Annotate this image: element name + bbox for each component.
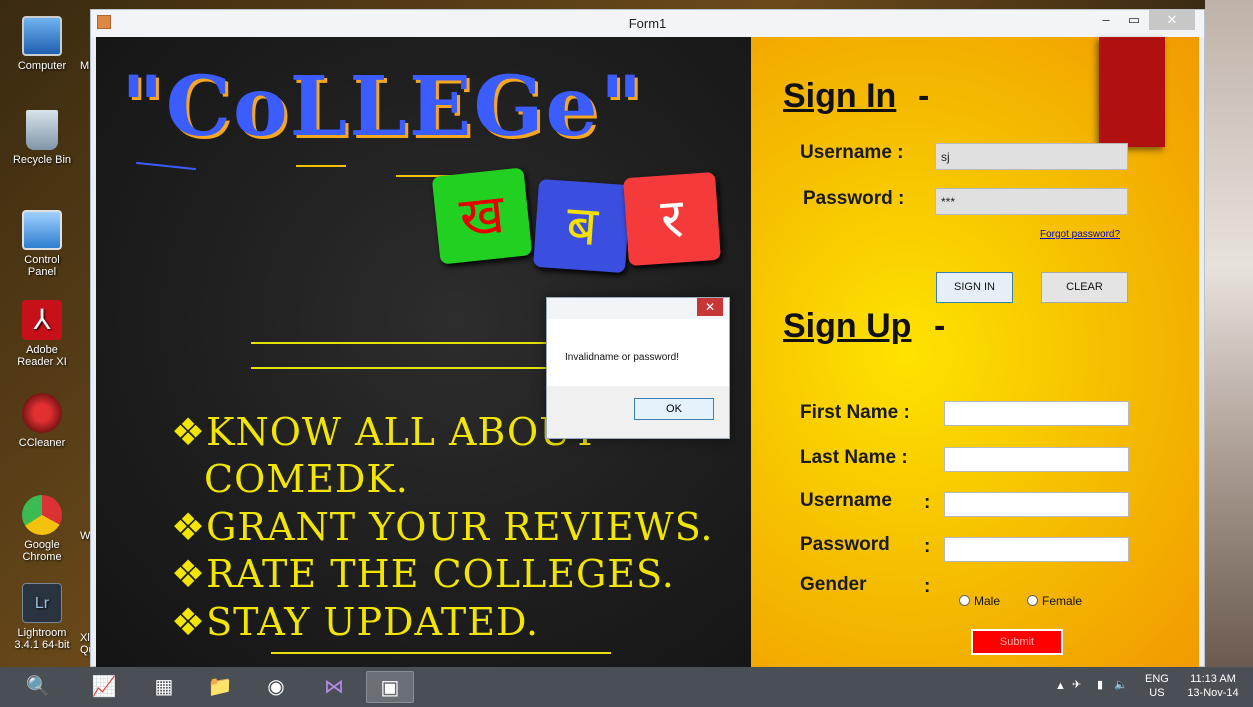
password-label: Password : [803, 188, 905, 209]
desktop-icon-computer[interactable]: Computer [0, 16, 84, 72]
region-label: US [1149, 687, 1165, 699]
taskbar: 🔍 📈 ▦ 📁 ◉ ⋈ ▣ ▲ ✈ ▮ 🔈 ENG US 11:13 AM 13… [0, 667, 1253, 707]
desktop-icon-label: Adobe Reader XI [17, 344, 67, 368]
visual-studio-icon[interactable]: ⋈ [310, 671, 358, 703]
desktop-wallpaper [1205, 0, 1253, 667]
auth-form-panel: Sign In - Username : sj Password : *** F… [751, 37, 1199, 668]
desktop-icon-lightroom[interactable]: Lr Lightroom 3.4.1 64-bit [0, 583, 84, 651]
form-app-icon[interactable]: ▣ [366, 671, 414, 703]
ccleaner-icon [22, 393, 62, 433]
last-name-input[interactable] [944, 447, 1129, 472]
colon: : [924, 536, 931, 557]
control-panel-icon [22, 210, 62, 250]
male-label: Male [974, 594, 1001, 608]
last-name-label: Last Name : [800, 447, 908, 468]
decor-line [296, 165, 346, 167]
colon: : [924, 492, 931, 513]
dialog-message: Invalidname or password! [565, 352, 679, 363]
khabar-tile-ba: ब [533, 178, 631, 274]
dialog-title-bar[interactable]: ✕ [547, 298, 729, 319]
desktop-icon-recycle-bin[interactable]: Recycle Bin [0, 110, 84, 166]
calculator-icon[interactable]: ▦ [140, 671, 188, 703]
radio-circle-icon [1027, 595, 1038, 606]
clear-button[interactable]: CLEAR [1041, 272, 1128, 303]
adobe-reader-icon: ⅄ [22, 300, 62, 340]
feature-line: ❖RATE THE COLLEGES. [171, 552, 675, 596]
feature-line: ❖STAY UPDATED. [171, 600, 540, 644]
desktop-icon-ccleaner[interactable]: CCleaner [0, 393, 84, 449]
signin-username-input[interactable]: sj [935, 143, 1128, 170]
desktop-icon-adobe-reader[interactable]: ⅄ Adobe Reader XI [0, 300, 84, 368]
feature-line: ❖GRANT YOUR REVIEWS. [171, 505, 714, 549]
signup-username-label: Username [800, 490, 892, 511]
desktop-icon-label: Control Panel [24, 254, 60, 278]
feature-line: COMEDK. [204, 457, 409, 501]
desktop-icon-label: Computer [17, 60, 67, 72]
minimize-button[interactable]: – [1093, 10, 1119, 30]
heading-dash: - [934, 307, 946, 345]
signin-password-input[interactable]: *** [935, 188, 1128, 215]
desktop-icon-label: Recycle Bin [12, 154, 72, 166]
dialog-button-area: OK [547, 386, 729, 438]
desktop-icon-label: Lightroom 3.4.1 64-bit [14, 627, 70, 651]
first-name-label: First Name : [800, 402, 910, 423]
forgot-password-link[interactable]: Forgot password? [1040, 229, 1120, 240]
feature-line: ❖KNOW ALL ABOUT [171, 410, 599, 454]
first-name-input[interactable] [944, 401, 1129, 426]
language-label: ENG [1145, 673, 1169, 685]
desktop-icon-control-panel[interactable]: Control Panel [0, 210, 84, 278]
gender-label: Gender [800, 574, 867, 595]
decor-line [136, 161, 196, 171]
female-label: Female [1042, 594, 1083, 608]
desktop-icon-google-chrome[interactable]: Google Chrome [0, 495, 84, 563]
heading-dash: - [918, 77, 930, 115]
signup-password-input[interactable] [944, 537, 1129, 562]
chrome-icon [22, 495, 62, 535]
explorer-search-icon[interactable]: 🔍 [14, 671, 62, 703]
khabar-tile-kha: ख [431, 167, 533, 265]
system-monitor-icon[interactable]: 📈 [80, 671, 128, 703]
window-title: Form1 [628, 16, 667, 31]
show-hidden-icons-icon[interactable]: ▲ [1055, 679, 1066, 693]
sign-in-button[interactable]: SIGN IN [936, 272, 1013, 303]
title-bar[interactable]: Form1 – ▭ ✕ [91, 10, 1204, 37]
desktop-icon-label: CCleaner [18, 437, 66, 449]
college-logo-text: "CoLLEGe" [121, 59, 645, 155]
ok-button[interactable]: OK [634, 398, 714, 420]
submit-button[interactable]: Submit [971, 629, 1063, 655]
lightroom-icon: Lr [22, 583, 62, 623]
error-dialog: ✕ Invalidname or password! OK [546, 297, 730, 439]
radio-circle-icon [959, 595, 970, 606]
battery-icon[interactable]: ▮ [1097, 678, 1103, 692]
maximize-button[interactable]: ▭ [1121, 10, 1147, 30]
signup-password-label: Password [800, 534, 890, 555]
desktop-icon-label: W [80, 530, 91, 542]
colon: : [924, 576, 931, 597]
female-radio[interactable]: Female [1027, 594, 1082, 608]
male-radio[interactable]: Male [959, 594, 1000, 608]
sign-up-heading: Sign Up [783, 307, 912, 345]
divider-line [271, 652, 611, 654]
red-ribbon [1099, 37, 1165, 147]
clock-date: 13-Nov-14 [1187, 687, 1239, 699]
chrome-icon[interactable]: ◉ [252, 671, 300, 703]
volume-icon[interactable]: 🔈 [1114, 678, 1128, 692]
clock[interactable]: 11:13 AM 13-Nov-14 [1178, 672, 1248, 700]
sign-in-heading: Sign In [783, 77, 897, 115]
recycle-bin-icon [26, 110, 58, 150]
desktop-icon-label: Google Chrome [22, 539, 62, 563]
airplane-mode-icon[interactable]: ✈ [1072, 678, 1081, 692]
computer-icon [22, 16, 62, 56]
username-label: Username : [800, 142, 904, 163]
file-explorer-icon[interactable]: 📁 [196, 671, 244, 703]
khabar-tile-ra: र [623, 171, 721, 267]
close-button[interactable]: ✕ [1149, 10, 1195, 30]
dialog-close-button[interactable]: ✕ [697, 298, 723, 316]
language-indicator[interactable]: ENG US [1145, 672, 1169, 700]
desktop-icon-label: M [80, 60, 90, 72]
signup-username-input[interactable] [944, 492, 1129, 517]
clock-time: 11:13 AM [1190, 673, 1236, 685]
